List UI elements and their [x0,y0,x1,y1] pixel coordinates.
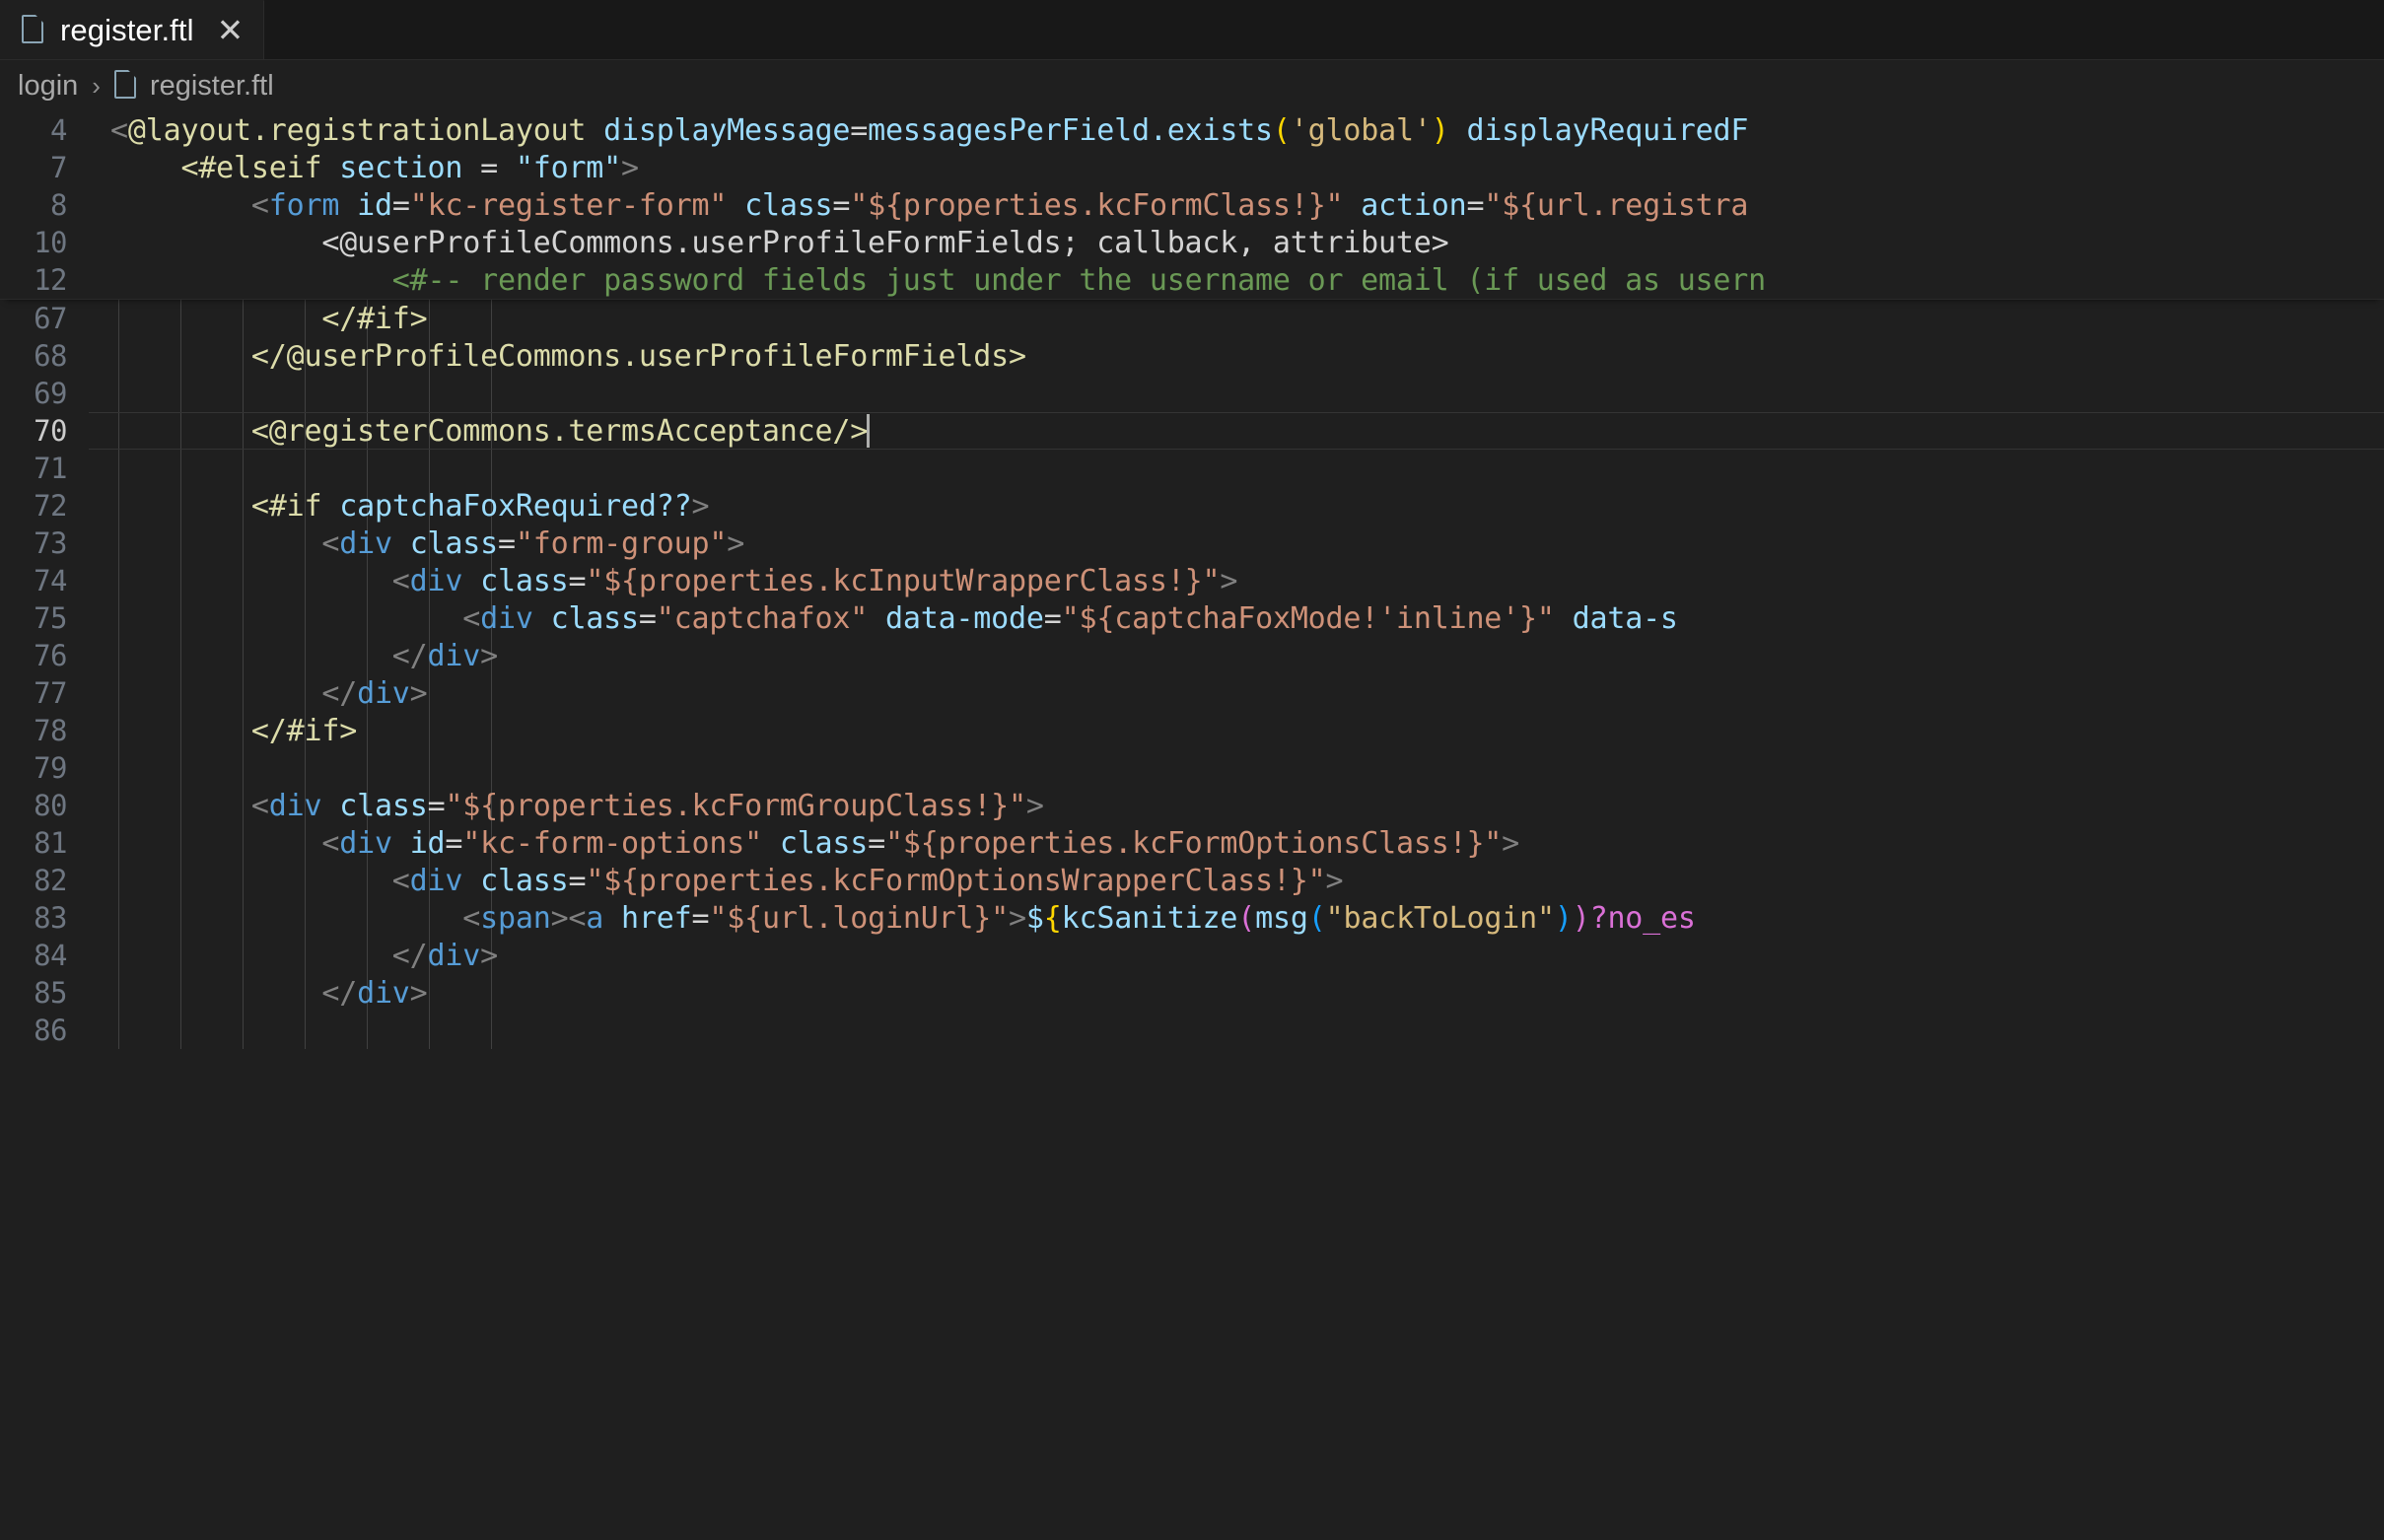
code-line[interactable]: 80 <div class="${properties.kcFormGroupC… [0,787,2384,824]
line-content[interactable]: </div> [89,639,2384,673]
line-content[interactable]: <div class="captchafox" data-mode="${cap… [89,601,2384,636]
editor-scroll-body[interactable]: 67 </#if> 68 </@userProfileCommons.userPr… [0,300,2384,1049]
code-line[interactable]: 4 <@layout.registrationLayout displayMess… [0,111,2384,149]
line-content[interactable]: <div class="${properties.kcInputWrapperC… [89,564,2384,598]
close-icon[interactable]: ✕ [217,14,245,46]
code-line[interactable]: 85 </div> [0,974,2384,1012]
line-number: 68 [34,339,67,373]
code-editor[interactable]: 4 <@layout.registrationLayout displayMess… [0,111,2384,1540]
text-cursor [867,413,871,448]
editor-tab-bar: register.ftl ✕ [0,0,2384,60]
line-content[interactable]: </div> [89,939,2384,973]
code-line[interactable]: 83 <span><a href="${url.loginUrl}">${kcS… [0,899,2384,937]
code-lines[interactable]: 67 </#if> 68 </@userProfileCommons.userPr… [0,300,2384,1049]
line-content[interactable]: </#if> [89,302,2384,336]
line-content[interactable]: <@userProfileCommons.userProfileFormFiel… [89,226,2384,260]
code-line[interactable]: 75 <div class="captchafox" data-mode="${… [0,599,2384,637]
code-line[interactable]: 74 <div class="${properties.kcInputWrapp… [0,562,2384,599]
line-content[interactable]: </@userProfileCommons.userProfileFormFie… [89,339,2384,374]
line-number: 81 [34,826,67,860]
line-number: 84 [34,939,67,972]
line-content[interactable]: <#if captchaFoxRequired??> [89,489,2384,524]
line-number: 78 [34,714,67,747]
line-number: 73 [34,526,67,560]
line-content[interactable]: </#if> [89,714,2384,748]
breadcrumb-item-login[interactable]: login [18,70,78,103]
line-number: 71 [34,452,67,485]
line-number: 82 [34,864,67,897]
code-line[interactable]: 82 <div class="${properties.kcFormOption… [0,862,2384,899]
code-line[interactable]: 76 </div> [0,637,2384,674]
code-line[interactable]: 86 [0,1012,2384,1049]
line-number: 77 [34,676,67,710]
line-content[interactable]: <div class="${properties.kcFormOptionsWr… [89,864,2384,898]
line-content[interactable]: </div> [89,676,2384,711]
file-icon [22,14,47,46]
code-line[interactable]: 77 </div> [0,674,2384,712]
line-content[interactable]: <@registerCommons.termsAcceptance/> [89,413,2384,449]
line-content[interactable]: </div> [89,976,2384,1011]
code-line[interactable]: 70 <@registerCommons.termsAcceptance/> [0,412,2384,450]
line-number: 80 [34,789,67,822]
line-number: 69 [34,377,67,410]
line-content[interactable]: <@layout.registrationLayout displayMessa… [89,113,2384,148]
chevron-right-icon: › [92,70,101,101]
breadcrumb: login › register.ftl [0,60,2384,111]
line-content[interactable]: <#-- render password fields just under t… [89,263,2384,298]
line-content[interactable]: <div id="kc-form-options" class="${prope… [89,826,2384,861]
line-number: 79 [34,751,67,785]
code-line[interactable]: 7 <#elseif section = "form"> [0,149,2384,186]
code-line[interactable]: 72 <#if captchaFoxRequired??> [0,487,2384,525]
line-number: 70 [34,414,67,448]
code-line[interactable]: 79 [0,749,2384,787]
code-line[interactable]: 12 <#-- render password fields just unde… [0,261,2384,299]
code-line[interactable]: 69 [0,375,2384,412]
file-icon [113,70,140,102]
line-number: 67 [34,302,67,335]
code-line[interactable]: 81 <div id="kc-form-options" class="${pr… [0,824,2384,862]
line-content[interactable]: <div class="form-group"> [89,526,2384,561]
line-number: 74 [34,564,67,597]
line-number: 8 [50,188,67,222]
code-line[interactable]: 71 [0,450,2384,487]
line-content[interactable]: <#elseif section = "form"> [89,151,2384,185]
line-content[interactable]: <div class="${properties.kcFormGroupClas… [89,789,2384,823]
code-line[interactable]: 84 </div> [0,937,2384,974]
tab-label: register.ftl [60,12,194,47]
line-content[interactable]: <span><a href="${url.loginUrl}">${kcSani… [89,901,2384,936]
breadcrumb-item-file[interactable]: register.ftl [150,70,274,103]
code-line[interactable]: 68 </@userProfileCommons.userProfileForm… [0,337,2384,375]
code-line[interactable]: 78 </#if> [0,712,2384,749]
line-number: 83 [34,901,67,935]
line-content[interactable]: <form id="kc-register-form" class="${pro… [89,188,2384,223]
line-number: 7 [50,151,67,184]
code-line[interactable]: 73 <div class="form-group"> [0,525,2384,562]
line-number: 72 [34,489,67,523]
line-number: 86 [34,1014,67,1047]
line-number: 10 [34,226,67,259]
line-number: 85 [34,976,67,1010]
line-number: 4 [50,113,67,147]
line-number: 75 [34,601,67,635]
code-line[interactable]: 67 </#if> [0,300,2384,337]
sticky-scroll-header[interactable]: 4 <@layout.registrationLayout displayMess… [0,111,2384,300]
line-number: 12 [34,263,67,297]
code-line[interactable]: 8 <form id="kc-register-form" class="${p… [0,186,2384,224]
line-number: 76 [34,639,67,672]
tab-register-ftl[interactable]: register.ftl ✕ [0,0,265,59]
code-line[interactable]: 10 <@userProfileCommons.userProfileFormF… [0,224,2384,261]
